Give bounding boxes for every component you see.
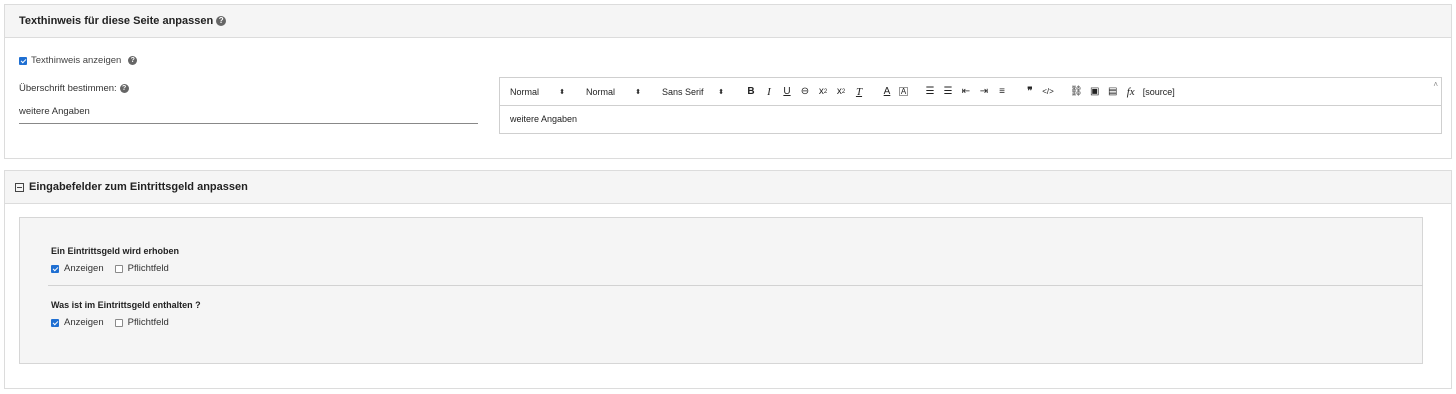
- question-title: Was ist im Eintrittsgeld enthalten ?: [51, 300, 201, 310]
- resize-handle-icon[interactable]: ˄: [1433, 80, 1438, 89]
- fee-fields-panel: Eingabefelder zum Eintrittsgeld anpassen…: [4, 170, 1452, 389]
- text-hint-panel-header: Texthinweis für diese Seite anpassen ?: [5, 5, 1451, 38]
- size-select[interactable]: Normal ⬍: [586, 87, 641, 97]
- question-title: Ein Eintrittsgeld wird erhoben: [51, 246, 180, 256]
- help-icon[interactable]: ?: [216, 16, 227, 26]
- show-option[interactable]: Anzeigen: [51, 263, 104, 274]
- question-options: Anzeigen Pflichtfeld: [51, 263, 180, 274]
- underline-icon[interactable]: U: [781, 85, 793, 99]
- updown-icon: ⬍: [559, 88, 565, 96]
- help-icon[interactable]: ?: [128, 56, 138, 65]
- fee-fields-panel-header[interactable]: Eingabefelder zum Eintrittsgeld anpassen: [5, 171, 1451, 204]
- show-option-label: Anzeigen: [64, 263, 104, 274]
- show-hint-row: Texthinweis anzeigen ?: [19, 55, 138, 66]
- show-hint-label: Texthinweis anzeigen: [31, 55, 122, 66]
- question-options: Anzeigen Pflichtfeld: [51, 317, 180, 328]
- required-option-label: Pflichtfeld: [127, 317, 169, 328]
- video-icon[interactable]: ▤: [1107, 85, 1119, 99]
- subscript-icon[interactable]: x2: [817, 85, 829, 99]
- size-select-value: Normal: [586, 86, 616, 97]
- text-hint-panel: Texthinweis für diese Seite anpassen ? T…: [4, 4, 1452, 159]
- heading-label: Überschrift bestimmen:: [19, 83, 117, 94]
- show-hint-checkbox[interactable]: [19, 56, 27, 65]
- formula-icon[interactable]: fx: [1125, 85, 1137, 99]
- show-checkbox[interactable]: [51, 264, 59, 273]
- header-select[interactable]: Normal ⬍: [510, 87, 565, 97]
- required-checkbox[interactable]: [114, 264, 123, 273]
- required-checkbox[interactable]: [114, 318, 123, 327]
- required-option[interactable]: Pflichtfeld: [114, 263, 169, 274]
- text-hint-panel-title: Texthinweis für diese Seite anpassen: [19, 15, 214, 27]
- heading-label-row: Überschrift bestimmen: ?: [19, 83, 129, 94]
- code-icon[interactable]: </>: [1042, 85, 1054, 99]
- bullet-list-icon[interactable]: ☰: [942, 85, 954, 99]
- required-option-label: Pflichtfeld: [127, 263, 169, 274]
- header-select-value: Normal: [510, 86, 540, 97]
- show-option-label: Anzeigen: [64, 317, 104, 328]
- fee-fields-panel-title: Eingabefelder zum Eintrittsgeld anpassen: [29, 181, 248, 193]
- rich-text-editor: Normal ⬍ Normal ⬍ Sans Serif ⬍ B I U ⊖ x2 x…: [499, 77, 1442, 134]
- font-select-value: Sans Serif: [662, 86, 704, 97]
- bold-icon[interactable]: B: [745, 85, 757, 99]
- background-color-icon[interactable]: A: [899, 87, 908, 96]
- indent-icon[interactable]: ⇥: [978, 85, 990, 99]
- outdent-icon[interactable]: ⇤: [960, 85, 972, 99]
- required-option[interactable]: Pflichtfeld: [114, 317, 169, 328]
- align-icon[interactable]: ≡: [996, 85, 1008, 99]
- editor-content[interactable]: weitere Angaben: [500, 106, 1441, 132]
- editor-toolbar: Normal ⬍ Normal ⬍ Sans Serif ⬍ B I U ⊖ x2 x…: [500, 78, 1441, 106]
- show-checkbox[interactable]: [51, 318, 59, 327]
- clear-format-icon[interactable]: T: [853, 85, 865, 99]
- collapse-icon[interactable]: [15, 182, 24, 192]
- image-icon[interactable]: ▣: [1089, 85, 1101, 99]
- updown-icon: ⬍: [718, 88, 724, 96]
- link-icon[interactable]: ⛓: [1070, 85, 1083, 99]
- font-select[interactable]: Sans Serif ⬍: [662, 87, 724, 97]
- help-icon[interactable]: ?: [119, 84, 129, 93]
- source-button[interactable]: [source]: [1143, 85, 1175, 99]
- heading-input[interactable]: [19, 104, 478, 124]
- strike-icon[interactable]: ⊖: [799, 85, 811, 99]
- updown-icon: ⬍: [635, 88, 641, 96]
- blockquote-icon[interactable]: ❞: [1024, 85, 1036, 99]
- show-option[interactable]: Anzeigen: [51, 317, 104, 328]
- superscript-icon[interactable]: x2: [835, 85, 847, 99]
- ordered-list-icon[interactable]: ☰: [924, 85, 936, 99]
- text-color-icon[interactable]: A: [881, 85, 893, 99]
- fee-fields-box: Ein Eintrittsgeld wird erhoben Anzeigen …: [19, 217, 1423, 364]
- divider: [48, 285, 1423, 286]
- italic-icon[interactable]: I: [763, 85, 775, 99]
